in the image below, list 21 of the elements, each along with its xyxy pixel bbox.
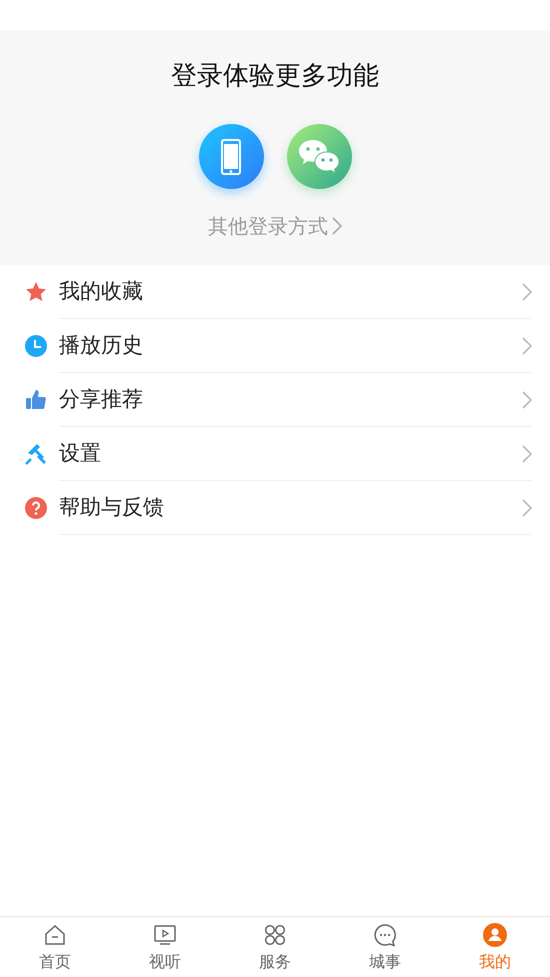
wechat-login-button[interactable] — [286, 124, 352, 189]
clock-icon — [24, 334, 48, 358]
phone-login-button[interactable] — [198, 124, 264, 189]
star-icon — [24, 280, 48, 304]
chevron-right-icon — [522, 282, 532, 300]
chevron-right-icon — [522, 390, 532, 408]
pin-icon — [24, 442, 48, 466]
chevron-right-icon — [522, 498, 532, 516]
chevron-right-icon — [522, 444, 532, 462]
chevron-right-icon — [332, 217, 342, 235]
grid-icon — [263, 923, 287, 947]
help-icon — [24, 496, 48, 520]
chat-bubbles-icon — [297, 138, 341, 176]
thumbs-up-icon — [24, 388, 48, 412]
user-icon — [483, 923, 507, 947]
tv-icon — [153, 923, 177, 947]
chevron-right-icon — [522, 336, 532, 354]
phone-icon — [221, 138, 241, 174]
home-icon — [43, 923, 67, 947]
chat-bubble-icon — [373, 923, 397, 947]
login-title: 登录体验更多功能 — [171, 60, 379, 93]
